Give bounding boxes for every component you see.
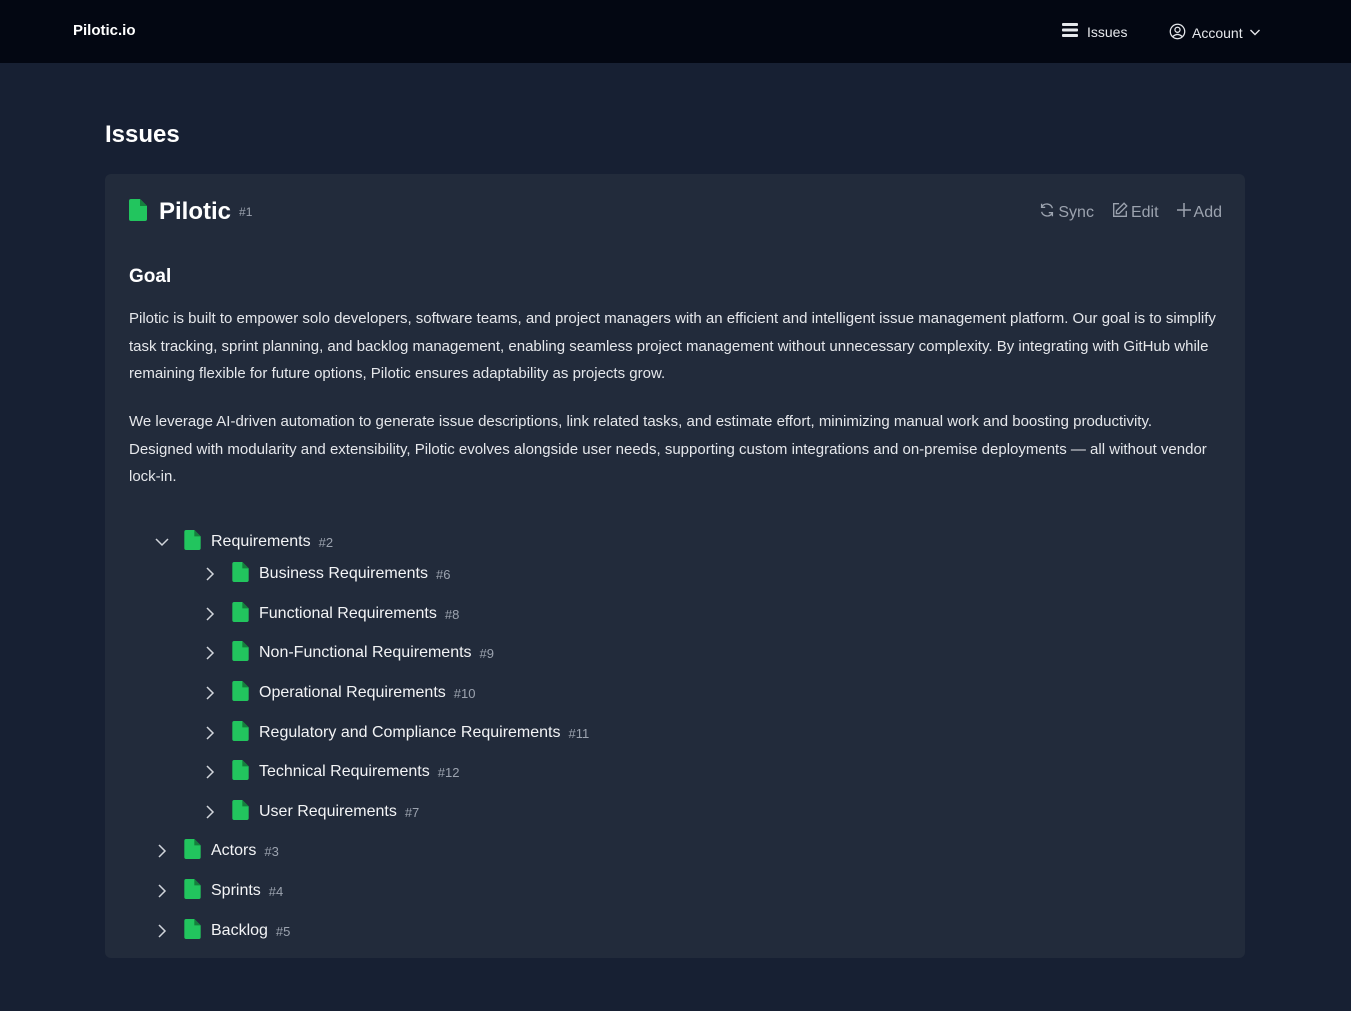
file-icon	[232, 640, 249, 666]
tree-item-label[interactable]: Sprints	[211, 882, 261, 900]
file-icon	[232, 799, 249, 825]
tree-item-number: #10	[453, 685, 476, 701]
tree-item-label[interactable]: Operational Requirements	[259, 684, 446, 702]
file-icon	[232, 680, 249, 706]
file-icon	[232, 561, 249, 587]
file-icon	[232, 601, 249, 627]
tree-item-label[interactable]: Regulatory and Compliance Requirements	[259, 724, 561, 742]
tree-item-label[interactable]: Non-Functional Requirements	[259, 644, 472, 662]
add-button[interactable]: Add	[1176, 201, 1222, 224]
plus-icon	[1176, 202, 1192, 223]
chevron-right-icon[interactable]	[202, 566, 218, 582]
file-icon	[129, 198, 147, 226]
tree-item-number: #12	[437, 764, 460, 780]
nav-issues-label: Issues	[1087, 23, 1128, 40]
chevron-right-icon[interactable]	[202, 606, 218, 622]
add-label: Add	[1193, 203, 1222, 221]
page-title: Issues	[105, 121, 180, 148]
pencil-square-icon	[1111, 201, 1129, 224]
issue-title[interactable]: Pilotic	[159, 198, 231, 226]
tree-item-label[interactable]: Business Requirements	[259, 565, 428, 583]
tree-item-non-functional-requirements: Non-Functional Requirements #9	[202, 640, 495, 666]
tree-item-number: #6	[435, 566, 451, 582]
chevron-right-icon[interactable]	[202, 645, 218, 661]
tree-item-number: #5	[275, 923, 291, 939]
tree-item-label[interactable]: Requirements	[211, 533, 311, 551]
tree-item-user-requirements: User Requirements #7	[202, 799, 420, 825]
chevron-down-icon	[1249, 25, 1261, 41]
sync-button[interactable]: Sync	[1038, 201, 1094, 224]
tree-item-number: #11	[568, 725, 590, 741]
edit-label: Edit	[1130, 203, 1159, 221]
tree-item-sprints: Sprints #4	[154, 878, 284, 904]
tree-item-number: #3	[264, 843, 279, 859]
tree-item-actors: Actors #3	[154, 838, 279, 864]
tree-item-number: #7	[404, 804, 420, 820]
file-icon	[184, 878, 201, 904]
tree-item-regulatory-requirements: Regulatory and Compliance Requirements #…	[202, 720, 590, 746]
tree-item-label[interactable]: User Requirements	[259, 803, 397, 821]
chevron-right-icon[interactable]	[202, 764, 218, 780]
file-icon	[232, 759, 249, 785]
top-navbar: Pilotic.io Issues Account	[0, 0, 1351, 63]
nav-issues-link[interactable]: Issues	[1062, 23, 1127, 40]
issue-header: Pilotic #1	[129, 198, 252, 226]
sync-label: Sync	[1058, 203, 1094, 221]
goal-heading: Goal	[129, 266, 172, 287]
chevron-right-icon[interactable]	[202, 685, 218, 701]
goal-paragraph-1: Pilotic is built to empower solo develop…	[129, 310, 1216, 383]
tree-item-number: #4	[268, 883, 284, 899]
tree-item-business-requirements: Business Requirements #6	[202, 561, 451, 587]
file-icon	[184, 918, 201, 944]
chevron-right-icon[interactable]	[154, 923, 170, 939]
tree-item-number: #2	[318, 534, 334, 550]
file-icon	[232, 720, 249, 746]
list-icon	[1062, 23, 1078, 40]
goal-paragraph-2: We leverage AI-driven automation to gene…	[129, 413, 1207, 486]
chevron-right-icon[interactable]	[202, 725, 218, 741]
tree-item-label[interactable]: Actors	[211, 842, 256, 860]
chevron-right-icon[interactable]	[154, 883, 170, 899]
chevron-right-icon[interactable]	[154, 843, 170, 859]
tree-item-technical-requirements: Technical Requirements #12	[202, 759, 460, 785]
chevron-down-icon[interactable]	[154, 534, 170, 550]
tree-item-label[interactable]: Backlog	[211, 922, 268, 940]
issue-card: Pilotic #1 Sync Edit Add Goal Pilotic is…	[105, 174, 1245, 958]
user-circle-icon	[1169, 23, 1186, 43]
issue-number: #1	[239, 205, 253, 219]
edit-button[interactable]: Edit	[1111, 201, 1159, 224]
tree-item-requirements: Requirements #2	[154, 529, 334, 555]
issue-actions: Sync Edit Add	[1038, 201, 1222, 224]
tree-item-backlog: Backlog #5	[154, 918, 291, 944]
tree-item-number: #8	[444, 606, 460, 622]
account-menu-button[interactable]: Account	[1169, 23, 1261, 43]
tree-item-number: #9	[479, 645, 495, 661]
tree-item-operational-requirements: Operational Requirements #10	[202, 680, 476, 706]
file-icon	[184, 529, 201, 555]
tree-item-label[interactable]: Functional Requirements	[259, 605, 437, 623]
account-label: Account	[1192, 25, 1243, 41]
chevron-right-icon[interactable]	[202, 804, 218, 820]
refresh-icon	[1038, 201, 1056, 224]
file-icon	[184, 838, 201, 864]
tree-item-label[interactable]: Technical Requirements	[259, 763, 430, 781]
tree-item-functional-requirements: Functional Requirements #8	[202, 601, 460, 627]
brand-logo[interactable]: Pilotic.io	[73, 22, 136, 39]
